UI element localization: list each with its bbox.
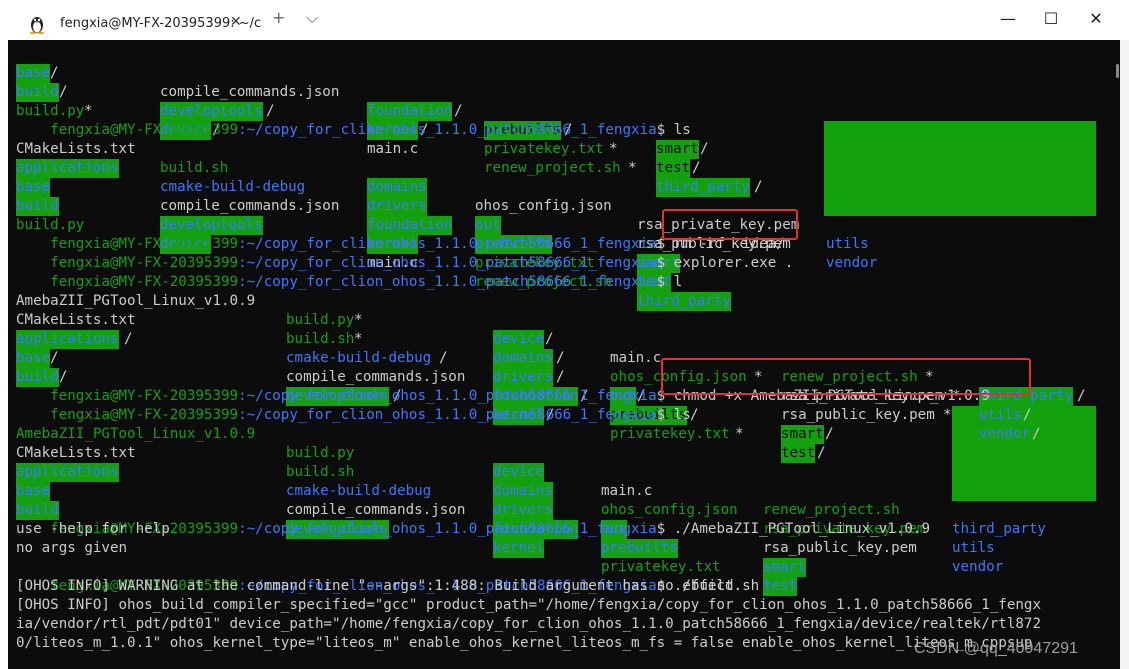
close-button[interactable]: ✕ — [1081, 6, 1111, 32]
ls-row: build developtools kernel privatekey.txt… — [16, 501, 798, 596]
ls-row: base / compile_commands.json foundation / … — [16, 64, 709, 159]
tab-close-icon[interactable]: ✕ — [230, 14, 242, 30]
highlight-box-rm — [662, 209, 798, 240]
maximize-button[interactable]: ☐ — [1036, 6, 1066, 32]
window-left-edge — [0, 40, 8, 669]
csdn-watermark: CSDN @qq_40947291 — [914, 640, 1078, 657]
output-line: [OHOS INFO] ohos_build_compiler_specifie… — [16, 597, 1041, 613]
prompt-line: fengxia@MY-FX-20395399:~/copy_for_clion_… — [50, 122, 691, 138]
ls-row: base / compile_commands.json foundation / … — [16, 349, 834, 444]
tab-dropdown-icon[interactable]: ⌵ — [306, 8, 318, 28]
output-line: 0/liteos_m_1.0.1" ohos_kernel_type="lite… — [16, 635, 1033, 651]
ls-row: build developtools kernel privatekey.txt… — [16, 197, 672, 292]
prompt-line: fengxia@MY-FX-20395399:~/copy_for_clion_… — [50, 407, 691, 423]
ls-row: CMakeLists.txt build.sh * domains / ohos_c… — [16, 312, 1032, 425]
ls-row: build / developtools / kernel / privatekey.… — [16, 83, 701, 178]
window-right-edge — [1120, 40, 1129, 669]
ls-row: applications cmake-build-debug drivers o… — [16, 159, 878, 271]
prompt-line: fengxia@MY-FX-20395399:~/copy_for_clion_… — [50, 274, 683, 290]
ls-row: CMakeLists.txt build.sh domains ohos_con… — [16, 445, 995, 556]
output-line: no args given — [16, 540, 128, 556]
ls-row: base compile_commands.json foundation pr… — [16, 178, 680, 273]
output-line: [OHOS INFO] WARNING at the command-line … — [16, 578, 743, 594]
output-line: use -help for help — [16, 521, 170, 537]
output-line: ia/vendor/rtl_pdt/pdt01" device_path="/h… — [16, 616, 1041, 632]
ls-row: build.py device main.c renew_project.sh … — [16, 217, 731, 311]
title-bar: fengxia@MY-FX-20395399: ~/c ✕ + ⌵ — ☐ ✕ — [0, 0, 1129, 40]
ls-row: build.py * device / main.c renew_project.s… — [16, 103, 763, 197]
ls-row: applications / cmake-build-debug / drivers… — [16, 330, 1041, 444]
scrollbar-thumb[interactable] — [1116, 64, 1119, 78]
ls-row: AmebaZII_PGTool_Linux_v1.0.9 build.py de… — [16, 426, 1046, 537]
linux-tux-icon — [30, 17, 44, 34]
new-tab-button[interactable]: + — [272, 8, 285, 27]
prompt-line: fengxia@MY-FX-20395399:~/copy_for_clion_… — [50, 521, 930, 537]
green-fill-block — [824, 121, 1096, 216]
minimize-button[interactable]: — — [993, 6, 1023, 32]
ls-row: CMakeLists.txt build.sh domains ohos_con… — [16, 141, 869, 252]
highlight-box-chmod — [661, 358, 1031, 395]
ls-row: build / developtools / kernel / privatekey.… — [16, 368, 826, 463]
ls-row: base compile_commands.json foundation pr… — [16, 482, 806, 577]
ls-row: applications cmake-build-debug drivers o… — [16, 463, 1004, 575]
prompt-line: fengxia@MY-FX-20395399:~/copy_for_clion_… — [50, 578, 760, 594]
ls-row: AmebaZII_PGTool_Linux_v1.0.9 build.py * d… — [16, 293, 1086, 406]
terminal-tab[interactable]: fengxia@MY-FX-20395399: ~/c ✕ — [8, 4, 261, 40]
terminal-output[interactable]: base / compile_commands.json foundation / … — [8, 40, 1120, 669]
